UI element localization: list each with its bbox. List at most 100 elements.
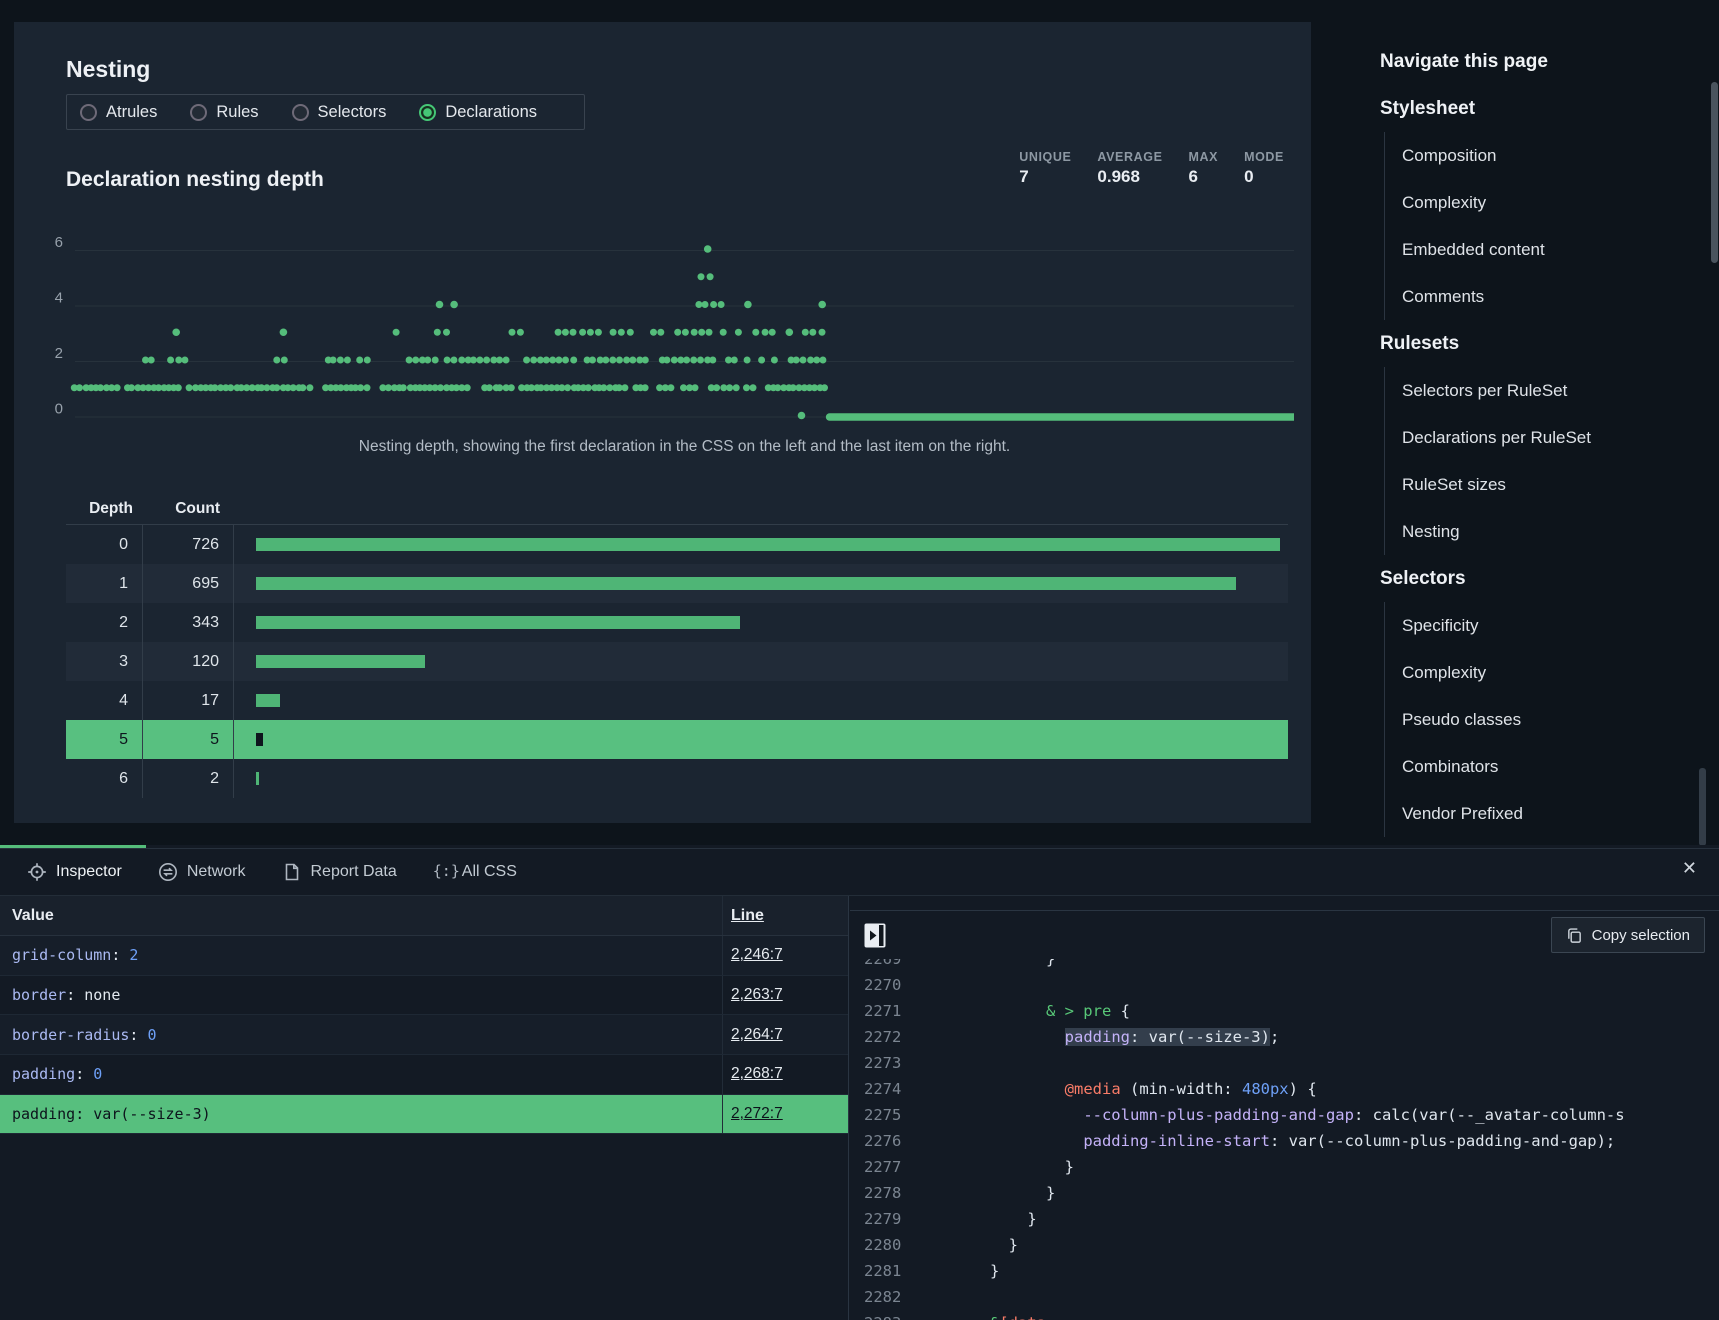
line-link[interactable]: 2,246:7 <box>731 946 783 964</box>
declaration-value: border-radius: 0 <box>0 1026 722 1044</box>
scatter-point <box>752 329 759 336</box>
tab-all-css[interactable]: {:}All CSS <box>433 862 517 882</box>
sidebar-item-complexity[interactable]: Complexity <box>1402 649 1710 696</box>
value-table-row[interactable]: grid-column: 22,246:7 <box>0 936 848 976</box>
copy-selection-button[interactable]: Copy selection <box>1551 917 1705 953</box>
sidebar-item-selectors-per-ruleset[interactable]: Selectors per RuleSet <box>1402 367 1710 414</box>
line-link[interactable]: 2,268:7 <box>731 1065 783 1083</box>
scatter-point <box>393 329 400 336</box>
line-link[interactable]: 2,272:7 <box>731 1105 783 1123</box>
value-table-row[interactable]: border: none 2,263:7 <box>0 976 848 1016</box>
scatter-point <box>709 357 716 364</box>
code-line: 2278 } <box>850 1180 1719 1206</box>
value-table-row[interactable]: border-radius: 0 2,264:7 <box>0 1015 848 1055</box>
line-column-header[interactable]: Line <box>722 896 848 935</box>
code-editor[interactable]: 2269 }22702271 & > pre {2272 padding: va… <box>850 959 1719 1320</box>
count-bar <box>256 733 263 746</box>
sidebar-item-complexity[interactable]: Complexity <box>1402 179 1710 226</box>
depth-table-row-5[interactable]: 55 <box>66 720 1288 759</box>
sidebar-item-pseudo-classes[interactable]: Pseudo classes <box>1402 696 1710 743</box>
scatter-point <box>273 357 280 364</box>
depth-table-row-0[interactable]: 0726 <box>66 525 1288 564</box>
sidebar-item-embedded-content[interactable]: Embedded content <box>1402 226 1710 273</box>
scatter-point <box>706 329 713 336</box>
line-number: 2275 <box>850 1102 922 1128</box>
scatter-point <box>629 357 636 364</box>
code-text: } <box>934 1154 1074 1180</box>
code-text: @media (min-width: 480px) { <box>934 1076 1317 1102</box>
tab-label: Report Data <box>311 863 397 881</box>
close-icon[interactable]: ✕ <box>1682 859 1697 877</box>
scatter-point <box>509 329 516 336</box>
sidebar-item-nesting[interactable]: Nesting <box>1402 508 1710 555</box>
scatter-point <box>610 329 617 336</box>
depth-table-row-6[interactable]: 62 <box>66 759 1288 798</box>
scatter-point <box>306 384 313 391</box>
depth-cell: 5 <box>66 720 143 759</box>
scatter-point <box>470 357 477 364</box>
depth-table-row-2[interactable]: 2343 <box>66 603 1288 642</box>
sidebar-heading-stylesheet: Stylesheet <box>1380 85 1710 132</box>
count-bar <box>256 616 740 629</box>
sidebar-item-declarations-per-ruleset[interactable]: Declarations per RuleSet <box>1402 414 1710 461</box>
sidebar-group-rulesets: Selectors per RuleSetDeclarations per Ru… <box>1384 367 1710 555</box>
value-table-row[interactable]: padding: 02,268:7 <box>0 1055 848 1095</box>
sidebar-item-composition[interactable]: Composition <box>1402 132 1710 179</box>
depth-table-row-1[interactable]: 1695 <box>66 564 1288 603</box>
tab-report-data[interactable]: Report Data <box>282 862 397 882</box>
scatter-point <box>280 328 288 336</box>
scatter-point <box>437 384 444 391</box>
scatter-point <box>549 357 556 364</box>
depth-cell: 3 <box>66 642 143 681</box>
code-line: 2277 } <box>850 1154 1719 1180</box>
sidebar-item-comments[interactable]: Comments <box>1402 273 1710 320</box>
scatter-point <box>807 357 814 364</box>
code-line: 2271 & > pre { <box>850 998 1719 1024</box>
scatter-point <box>400 384 407 391</box>
line-link[interactable]: 2,264:7 <box>731 1026 783 1044</box>
scatter-point <box>735 329 742 336</box>
sidebar-item-combinators[interactable]: Combinators <box>1402 743 1710 790</box>
scatter-point <box>458 357 465 364</box>
count-cell: 695 <box>143 564 234 603</box>
scatter-point <box>530 357 537 364</box>
depth-table-row-3[interactable]: 3120 <box>66 642 1288 681</box>
scatter-point <box>483 357 490 364</box>
scatter-point <box>562 329 569 336</box>
scatter-point <box>733 384 740 391</box>
scatter-point <box>172 328 180 336</box>
metric-radio-group: Atrules Rules Selectors Declarations <box>66 94 585 130</box>
toggle-sidebar-icon[interactable] <box>864 923 886 948</box>
depth-table-row-4[interactable]: 417 <box>66 681 1288 720</box>
sidebar-scrollbar-thumb[interactable] <box>1699 768 1706 846</box>
code-line: 2276 padding-inline-start: var(--column-… <box>850 1128 1719 1154</box>
radio-option-rules[interactable]: Rules <box>190 103 258 122</box>
scatter-point <box>337 357 344 364</box>
line-number: 2269 <box>850 959 922 972</box>
scatter-point <box>508 384 515 391</box>
tab-inspector[interactable]: Inspector <box>27 862 122 882</box>
scatter-point <box>148 357 155 364</box>
value-table-row[interactable]: padding: var(--size-3)2,272:7 <box>0 1095 848 1135</box>
code-line: 2283 &[data- <box>850 1310 1719 1320</box>
declaration-value: border: none <box>0 986 722 1004</box>
tab-network[interactable]: Network <box>158 862 246 882</box>
radio-unchecked-icon <box>190 104 207 121</box>
line-link[interactable]: 2,263:7 <box>731 986 783 1004</box>
sidebar-item-ruleset-sizes[interactable]: RuleSet sizes <box>1402 461 1710 508</box>
scatter-point <box>667 384 674 391</box>
sidebar-item-specificity[interactable]: Specificity <box>1402 602 1710 649</box>
scatter-point <box>175 357 182 364</box>
count-cell: 343 <box>143 603 234 642</box>
scatter-point <box>385 384 392 391</box>
copy-icon <box>1566 927 1583 944</box>
scatter-point <box>570 357 577 364</box>
radio-option-atrules[interactable]: Atrules <box>80 103 157 122</box>
radio-option-declarations[interactable]: Declarations <box>419 103 537 122</box>
line-number: 2279 <box>850 1206 922 1232</box>
radio-option-selectors[interactable]: Selectors <box>292 103 387 122</box>
code-line: 2269 } <box>850 959 1719 972</box>
page-scrollbar-thumb[interactable] <box>1711 82 1718 263</box>
scatter-point <box>818 301 826 309</box>
sidebar-item-vendor-prefixed[interactable]: Vendor Prefixed <box>1402 790 1710 837</box>
